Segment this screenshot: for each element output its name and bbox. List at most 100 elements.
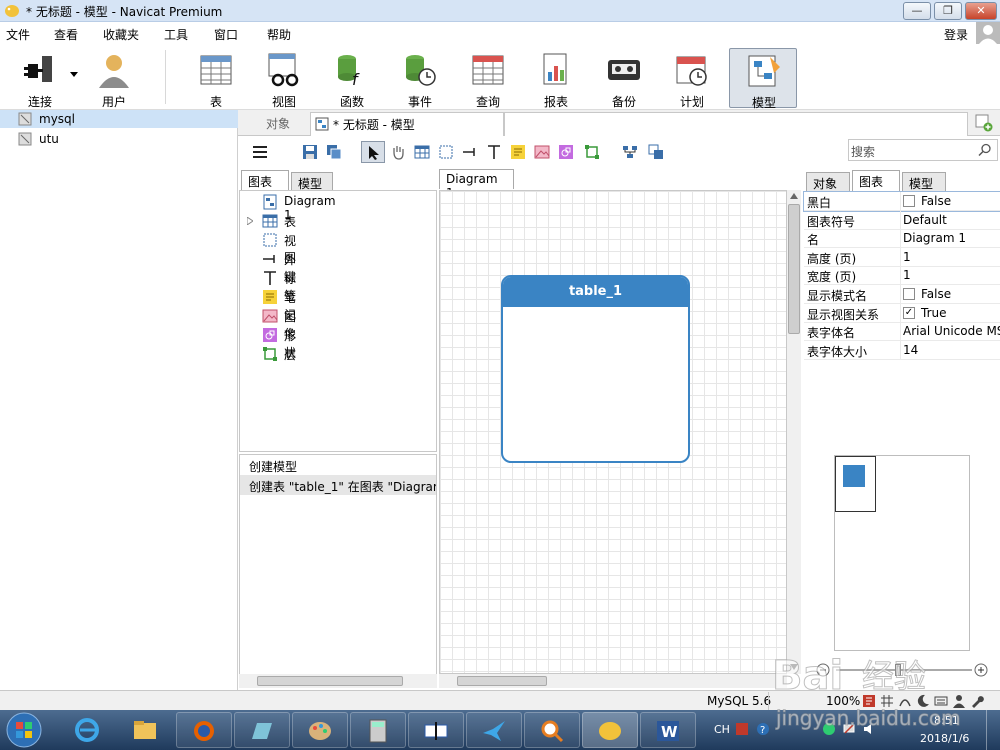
property-checkbox[interactable] <box>903 288 915 300</box>
tab-right-objects[interactable]: 对象 <box>806 172 850 192</box>
diagram-canvas[interactable]: table_1 <box>439 190 787 674</box>
hand-tool-icon[interactable] <box>390 144 406 160</box>
property-row[interactable]: 表字体名 Arial Unicode MS <box>804 322 1000 342</box>
report-button[interactable]: 报表 <box>524 48 588 109</box>
connection-item-utu[interactable]: utu <box>0 130 238 148</box>
property-value[interactable]: Default <box>903 213 947 227</box>
note-tool-icon[interactable] <box>510 144 526 160</box>
pointer-tool-button[interactable] <box>361 141 385 163</box>
taskbar-paint[interactable] <box>292 712 348 748</box>
history-item[interactable]: 创建模型 <box>240 455 436 475</box>
query-button[interactable]: 查询 <box>456 48 520 109</box>
property-row[interactable]: 表字体大小 14 <box>804 340 1000 360</box>
property-row[interactable]: 图表符号 Default <box>804 210 1000 230</box>
wrench-icon[interactable] <box>970 694 984 708</box>
menu-favorites[interactable]: 收藏夹 <box>103 26 139 43</box>
expand-arrow-icon[interactable] <box>247 217 253 225</box>
scroll-thumb[interactable] <box>788 204 800 334</box>
tab-model[interactable]: * 无标题 - 模型 <box>310 112 504 136</box>
canvas-vertical-scrollbar[interactable] <box>787 190 801 674</box>
ime-toolbar-icon[interactable] <box>735 722 749 736</box>
canvas-horizontal-scrollbar[interactable] <box>439 674 787 688</box>
menu-file[interactable]: 文件 <box>6 26 30 43</box>
grid-toggle-icon[interactable] <box>880 694 894 708</box>
backup-button[interactable]: 备份 <box>592 48 656 109</box>
network-icon[interactable] <box>842 722 856 736</box>
function-button[interactable]: f 函数 <box>320 48 384 109</box>
save-as-icon[interactable] <box>326 144 342 160</box>
scroll-up-arrow-icon[interactable] <box>790 193 798 199</box>
shape-tool-icon[interactable] <box>558 144 574 160</box>
tab-objects[interactable]: 对象 <box>248 112 308 136</box>
model-button[interactable]: 模型 <box>729 48 797 110</box>
show-desktop-button[interactable] <box>986 710 1000 750</box>
property-row[interactable]: 黑白 False <box>803 191 1000 212</box>
new-view-icon[interactable] <box>438 144 454 160</box>
scroll-thumb[interactable] <box>457 676 547 686</box>
user-button[interactable]: 用户 <box>82 48 146 109</box>
foreign-key-icon[interactable] <box>462 144 478 160</box>
chevron-down-icon[interactable] <box>70 72 78 78</box>
windows-start-icon[interactable] <box>4 711 44 749</box>
zoom-in-icon[interactable] <box>974 663 988 677</box>
event-button[interactable]: 事件 <box>388 48 452 109</box>
taskbar-search-app[interactable] <box>524 712 580 748</box>
image-tool-icon[interactable] <box>534 144 550 160</box>
menu-view[interactable]: 查看 <box>54 26 78 43</box>
search-input[interactable]: 搜索 <box>848 139 998 161</box>
property-row[interactable]: 显示视图关系 ✓ True <box>804 303 1000 323</box>
taskbar-text-tool[interactable] <box>408 712 464 748</box>
taskbar-explorer[interactable] <box>118 712 174 748</box>
property-value[interactable]: 14 <box>903 343 918 357</box>
menu-help[interactable]: 帮助 <box>267 26 291 43</box>
property-checkbox[interactable]: ✓ <box>903 306 915 319</box>
property-row[interactable]: 名 Diagram 1 <box>804 229 1000 249</box>
property-value[interactable]: 1 <box>903 250 911 264</box>
user-avatar-icon[interactable] <box>976 22 1000 44</box>
search-icon[interactable] <box>978 143 992 157</box>
user-status-icon[interactable] <box>952 694 966 708</box>
tab-right-model[interactable]: 模型 <box>902 172 946 192</box>
property-value[interactable]: False <box>921 287 951 301</box>
zoom-slider[interactable] <box>812 661 998 681</box>
scroll-thumb[interactable] <box>257 676 403 686</box>
taskbar-ie[interactable] <box>60 712 116 748</box>
tab-right-diagram[interactable]: 图表 <box>852 170 900 192</box>
hamburger-menu-icon[interactable] <box>252 144 268 160</box>
zoom-out-icon[interactable] <box>816 663 830 677</box>
help-icon[interactable]: ? <box>756 722 770 736</box>
diagram-minimap[interactable] <box>834 455 970 651</box>
history-item[interactable]: 创建表 "table_1" 在图表 "Diagram 1" <box>240 475 436 495</box>
tab-diagram-1[interactable]: Diagram 1 <box>439 169 514 200</box>
taskbar-word[interactable]: W <box>640 712 696 748</box>
connection-item-mysql[interactable]: mysql <box>0 110 238 128</box>
taskbar-navicat[interactable] <box>582 712 638 748</box>
tray-app-icon[interactable] <box>822 722 836 736</box>
property-row[interactable]: 高度 (页) 1 <box>804 247 1000 267</box>
new-table-icon[interactable] <box>414 144 430 160</box>
restore-button[interactable]: ❐ <box>934 2 962 20</box>
minimize-button[interactable]: — <box>903 2 931 20</box>
moon-icon[interactable] <box>916 694 930 708</box>
table-button[interactable]: 表 <box>184 48 248 109</box>
property-value[interactable]: False <box>921 194 951 208</box>
taskbar-bird-app[interactable] <box>466 712 522 748</box>
taskbar-calculator[interactable] <box>350 712 406 748</box>
zoom-thumb[interactable] <box>895 664 901 676</box>
property-value[interactable]: Diagram 1 <box>903 231 966 245</box>
label-tool-icon[interactable] <box>486 144 502 160</box>
taskbar-date[interactable]: 2018/1/6 <box>920 732 969 745</box>
zoom-track[interactable] <box>836 669 972 671</box>
close-button[interactable]: ✕ <box>965 2 997 20</box>
property-value[interactable]: True <box>921 306 947 320</box>
property-checkbox[interactable] <box>903 195 915 207</box>
auto-layout-icon[interactable] <box>622 144 638 160</box>
tab-model-tree[interactable]: 模型 <box>291 172 333 191</box>
property-row[interactable]: 显示模式名 False <box>804 285 1000 304</box>
ime-indicator[interactable]: CH <box>714 723 730 736</box>
layer-tool-icon[interactable] <box>584 144 600 160</box>
taskbar-notebook[interactable] <box>234 712 290 748</box>
taskbar-clock[interactable]: 8:51 <box>934 714 959 727</box>
view-button[interactable]: 视图 <box>252 48 316 109</box>
login-link[interactable]: 登录 <box>944 26 968 43</box>
